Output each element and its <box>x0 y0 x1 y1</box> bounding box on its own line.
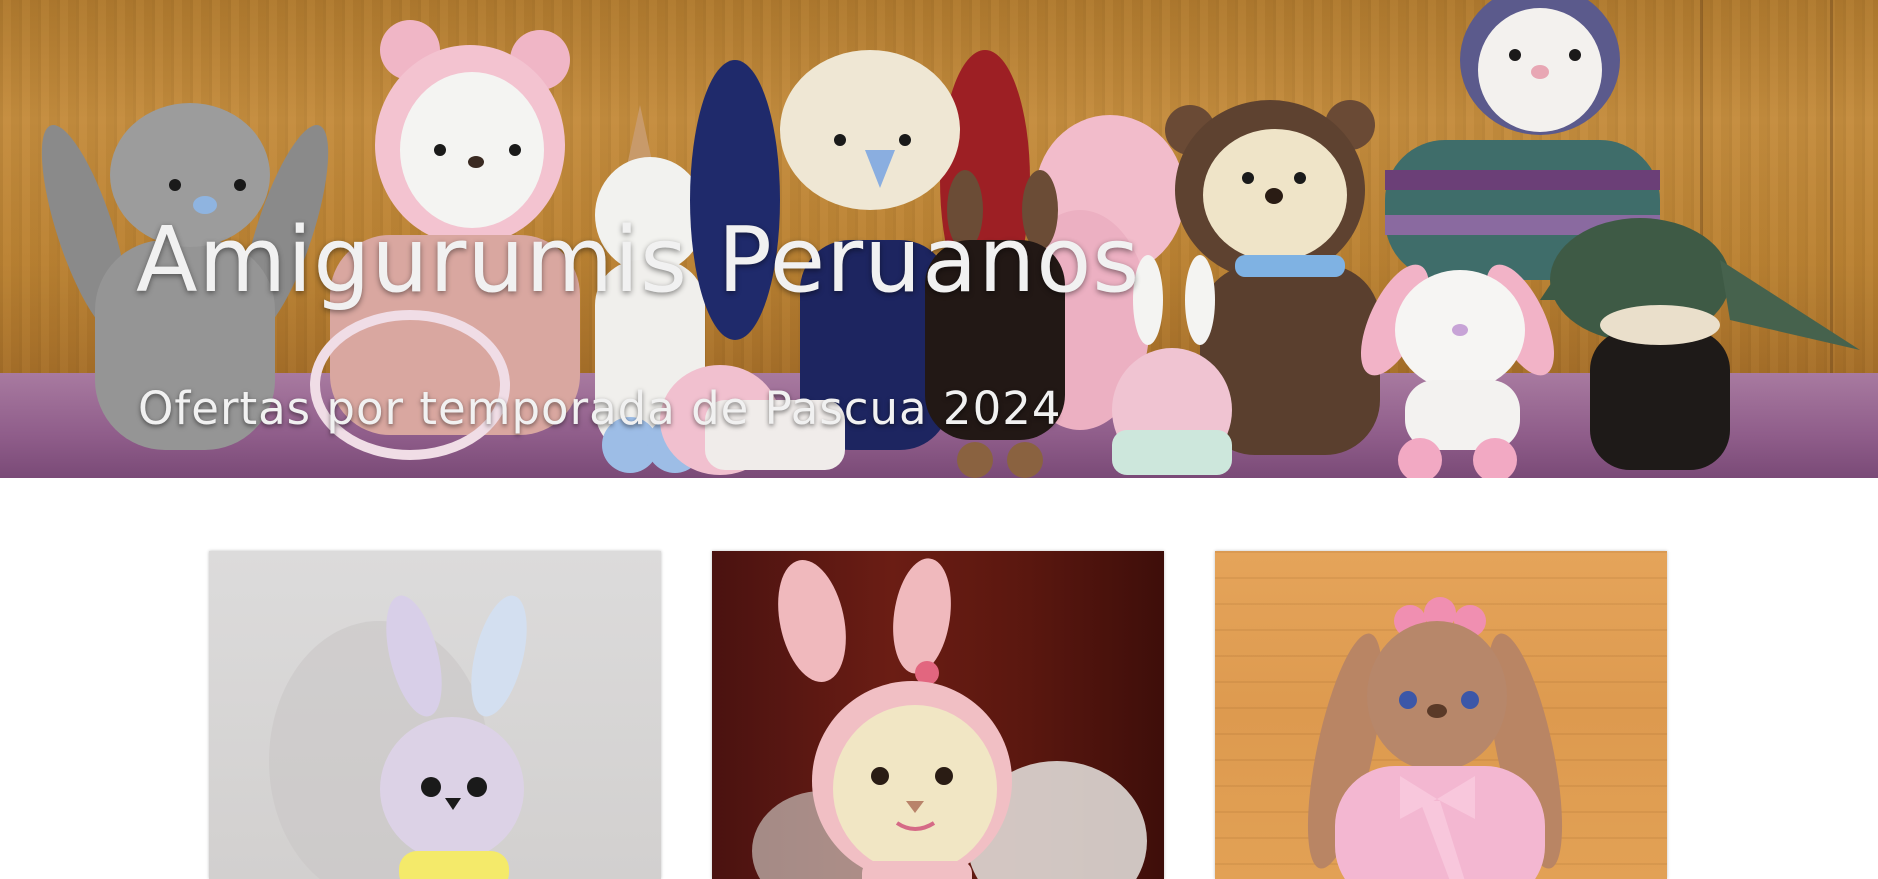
page: Amigurumis Peruanos Ofertas por temporad… <box>0 0 1878 879</box>
green-creature-toy <box>1540 218 1860 470</box>
rainbow-bunny-amigurumi-photo <box>269 595 527 879</box>
hero-title: Amigurumis Peruanos <box>136 208 1141 313</box>
hero-banner: Amigurumis Peruanos Ofertas por temporad… <box>0 0 1878 478</box>
product-card-brown-bunny[interactable] <box>1215 551 1667 879</box>
pink-bunny-amigurumi-photo <box>752 558 1147 879</box>
brown-bunny-amigurumi-photo <box>1307 597 1563 879</box>
product-card-rainbow-bunny[interactable] <box>209 551 661 879</box>
hero-subtitle: Ofertas por temporada de Pascua 2024 <box>138 382 1062 435</box>
product-card-pink-bunny[interactable] <box>712 551 1164 879</box>
white-bunny-toy <box>1360 264 1555 478</box>
